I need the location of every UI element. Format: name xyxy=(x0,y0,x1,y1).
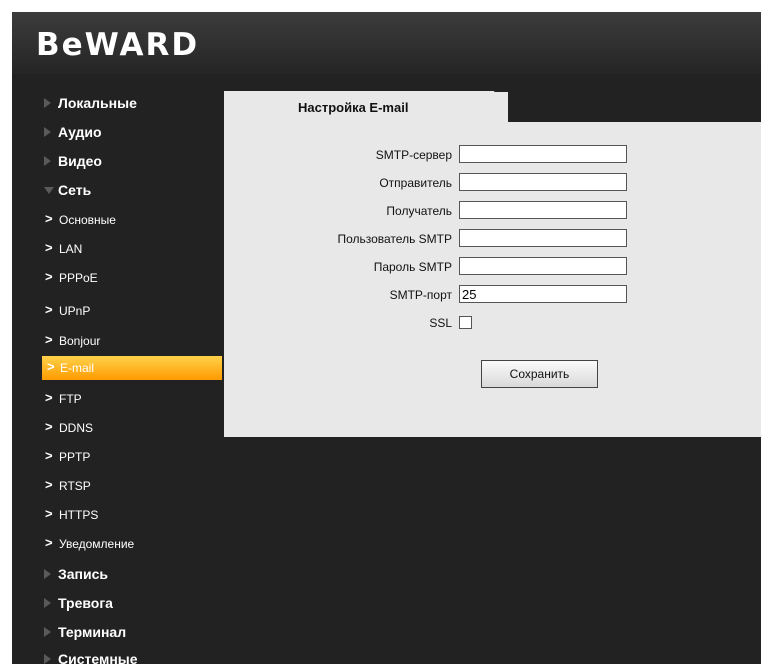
sidebar-category-label: Терминал xyxy=(58,624,127,640)
expanded-triangle-icon xyxy=(44,187,54,194)
collapsed-triangle-icon xyxy=(44,156,51,166)
sidebar-item-label: RTSP xyxy=(59,479,91,493)
app-header: BeWARD xyxy=(12,12,761,74)
sidebar-category-local[interactable]: Локальные xyxy=(12,90,223,116)
sidebar-item-label: DDNS xyxy=(59,421,94,435)
sidebar-item-label: E-mail xyxy=(60,361,95,375)
collapsed-triangle-icon xyxy=(44,598,51,608)
chevron-right-icon: > xyxy=(45,240,53,255)
sender-label: Отправитель xyxy=(379,176,452,190)
collapsed-triangle-icon xyxy=(44,127,51,137)
sidebar-item-upnp[interactable]: > UPnP xyxy=(12,298,223,324)
collapsed-triangle-icon xyxy=(44,569,51,579)
sidebar-item-label: Bonjour xyxy=(59,334,101,348)
smtp-password-row: Пароль SMTP xyxy=(224,256,761,278)
sidebar-item-bonjour[interactable]: > Bonjour xyxy=(12,328,223,354)
sidebar-category-label: Системные xyxy=(58,651,138,664)
chevron-right-icon: > xyxy=(45,448,53,463)
sidebar-item-label: Основные xyxy=(59,213,116,227)
smtp-server-label: SMTP-сервер xyxy=(375,148,452,162)
sidebar-item-pppoe[interactable]: > PPPoE xyxy=(12,265,223,291)
sidebar-category-label: Сеть xyxy=(58,182,92,198)
chevron-right-icon: > xyxy=(45,269,53,284)
chevron-right-icon: > xyxy=(45,302,53,317)
smtp-password-label: Пароль SMTP xyxy=(373,260,452,274)
sidebar-item-lan[interactable]: > LAN xyxy=(12,236,223,262)
sidebar-item-https[interactable]: > HTTPS xyxy=(12,502,223,528)
chevron-right-icon: > xyxy=(45,506,53,521)
sidebar-item-ddns[interactable]: > DDNS xyxy=(12,415,223,441)
sidebar-item-pptp[interactable]: > PPTP xyxy=(12,444,223,470)
email-settings-panel: Настройка E-mail SMTP-сервер Отправитель… xyxy=(224,91,761,437)
tab-email-settings[interactable]: Настройка E-mail xyxy=(224,91,494,122)
smtp-port-input[interactable] xyxy=(459,285,627,303)
smtp-password-input[interactable] xyxy=(459,257,627,275)
ssl-label: SSL xyxy=(429,316,452,330)
collapsed-triangle-icon xyxy=(44,627,51,637)
chevron-right-icon: > xyxy=(45,390,53,405)
smtp-port-row: SMTP-порт xyxy=(224,284,761,306)
chevron-right-icon: > xyxy=(45,535,53,550)
sidebar-category-audio[interactable]: Аудио xyxy=(12,119,223,145)
sidebar-category-system[interactable]: Системные xyxy=(12,646,223,664)
sidebar-category-label: Локальные xyxy=(58,95,137,111)
sidebar-item-ftp[interactable]: > FTP xyxy=(12,386,223,412)
sidebar-category-label: Тревога xyxy=(58,595,113,611)
tab-title: Настройка E-mail xyxy=(298,100,409,115)
sidebar-category-alarm[interactable]: Тревога xyxy=(12,590,223,616)
collapsed-triangle-icon xyxy=(44,654,51,664)
chevron-right-icon: > xyxy=(45,211,53,226)
smtp-user-row: Пользователь SMTP xyxy=(224,228,761,250)
sidebar-item-label: PPTP xyxy=(59,450,91,464)
sidebar-item-label: LAN xyxy=(59,242,83,256)
tab-edge xyxy=(494,91,508,122)
sidebar-category-label: Аудио xyxy=(58,124,102,140)
beward-logo: BeWARD xyxy=(36,27,200,63)
sidebar-category-terminal[interactable]: Терминал xyxy=(12,619,223,645)
sidebar-item-rtsp[interactable]: > RTSP xyxy=(12,473,223,499)
chevron-right-icon: > xyxy=(47,359,55,374)
sender-input[interactable] xyxy=(459,173,627,191)
chevron-right-icon: > xyxy=(45,419,53,434)
sidebar-item-notification[interactable]: > Уведомление xyxy=(12,531,223,557)
sidebar-item-basic[interactable]: > Основные xyxy=(12,207,223,233)
sidebar-item-label: UPnP xyxy=(59,304,91,318)
tab-strip-background xyxy=(508,91,761,122)
sender-row: Отправитель xyxy=(224,172,761,194)
main-panel: Локальные Аудио Видео Сеть > Основные > … xyxy=(12,74,761,664)
sidebar-item-label: Уведомление xyxy=(59,537,135,551)
recipient-input[interactable] xyxy=(459,201,627,219)
sidebar-item-label: HTTPS xyxy=(59,508,99,522)
sidebar-category-network[interactable]: Сеть xyxy=(12,177,223,203)
sidebar-item-label: FTP xyxy=(59,392,82,406)
smtp-server-row: SMTP-сервер xyxy=(224,144,761,166)
sidebar-category-video[interactable]: Видео xyxy=(12,148,223,174)
chevron-right-icon: > xyxy=(45,477,53,492)
smtp-user-input[interactable] xyxy=(459,229,627,247)
ssl-row: SSL xyxy=(224,312,761,334)
recipient-label: Получатель xyxy=(386,204,452,218)
collapsed-triangle-icon xyxy=(44,98,51,108)
sidebar-nav: Локальные Аудио Видео Сеть > Основные > … xyxy=(12,74,223,664)
smtp-server-input[interactable] xyxy=(459,145,627,163)
sidebar-item-email[interactable]: > E-mail xyxy=(42,356,222,380)
sidebar-category-label: Запись xyxy=(58,566,109,582)
recipient-row: Получатель xyxy=(224,200,761,222)
smtp-user-label: Пользователь SMTP xyxy=(337,232,452,246)
ssl-checkbox[interactable] xyxy=(459,316,472,329)
chevron-right-icon: > xyxy=(45,332,53,347)
sidebar-category-label: Видео xyxy=(58,153,102,169)
sidebar-item-label: PPPoE xyxy=(59,271,98,285)
save-button[interactable]: Сохранить xyxy=(481,360,598,388)
sidebar-category-recording[interactable]: Запись xyxy=(12,561,223,587)
smtp-port-label: SMTP-порт xyxy=(389,288,452,302)
